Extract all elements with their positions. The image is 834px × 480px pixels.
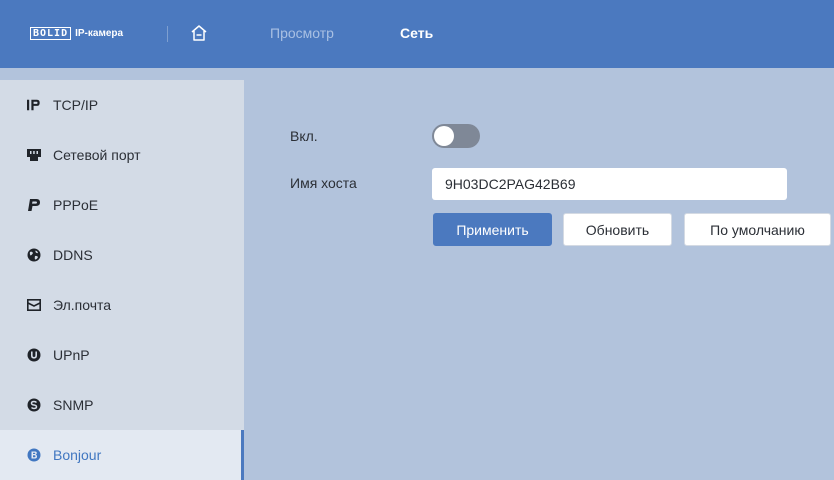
sidebar-item-label: Эл.почта <box>53 297 112 313</box>
nav-tab-view[interactable]: Просмотр <box>270 25 334 41</box>
ip-icon <box>27 98 41 112</box>
sidebar-item-pppoe[interactable]: PPPoE <box>0 180 244 230</box>
refresh-button[interactable]: Обновить <box>563 213 672 246</box>
hostname-input[interactable] <box>432 168 787 200</box>
active-indicator <box>241 430 244 480</box>
sidebar-item-label: Bonjour <box>53 447 102 463</box>
apply-button[interactable]: Применить <box>433 213 552 246</box>
header-divider <box>167 26 168 42</box>
sidebar-item-label: UPnP <box>53 347 90 363</box>
enable-label: Вкл. <box>290 128 318 144</box>
sidebar-item-bonjour[interactable]: Bonjour <box>0 430 244 480</box>
sidebar-item-upnp[interactable]: UPnP <box>0 330 244 380</box>
nav-tab-network[interactable]: Сеть <box>400 25 433 41</box>
enable-toggle[interactable] <box>432 124 480 148</box>
home-icon[interactable] <box>189 23 209 43</box>
toggle-knob <box>434 126 454 146</box>
snmp-icon <box>27 398 41 412</box>
sidebar-item-label: Сетевой порт <box>53 147 141 163</box>
sidebar-item-ddns[interactable]: DDNS <box>0 230 244 280</box>
pppoe-icon <box>27 198 41 212</box>
top-nav-bar: BOLID IP-камера Просмотр Сеть <box>0 0 834 68</box>
upnp-icon <box>27 348 41 362</box>
globe-icon <box>27 248 41 262</box>
content-panel <box>258 86 834 468</box>
hostname-label: Имя хоста <box>290 175 357 191</box>
envelope-icon <box>27 298 41 312</box>
ethernet-port-icon <box>27 148 41 162</box>
sidebar-item-tcpip[interactable]: TCP/IP <box>0 80 244 130</box>
sidebar-item-label: SNMP <box>53 397 94 413</box>
sidebar: TCP/IP Сетевой порт PPPoE DDNS Эл.почта … <box>0 80 244 480</box>
default-button[interactable]: По умолчанию <box>684 213 831 246</box>
sidebar-item-label: DDNS <box>53 247 93 263</box>
sidebar-item-label: TCP/IP <box>53 97 99 113</box>
logo-badge: BOLID <box>30 27 72 40</box>
bonjour-icon <box>27 448 41 462</box>
brand-logo: BOLID IP-камера <box>30 27 123 40</box>
sidebar-item-label: PPPoE <box>53 197 99 213</box>
sidebar-item-network-port[interactable]: Сетевой порт <box>0 130 244 180</box>
sidebar-item-email[interactable]: Эл.почта <box>0 280 244 330</box>
logo-text: IP-камера <box>75 28 124 39</box>
sidebar-item-snmp[interactable]: SNMP <box>0 380 244 430</box>
